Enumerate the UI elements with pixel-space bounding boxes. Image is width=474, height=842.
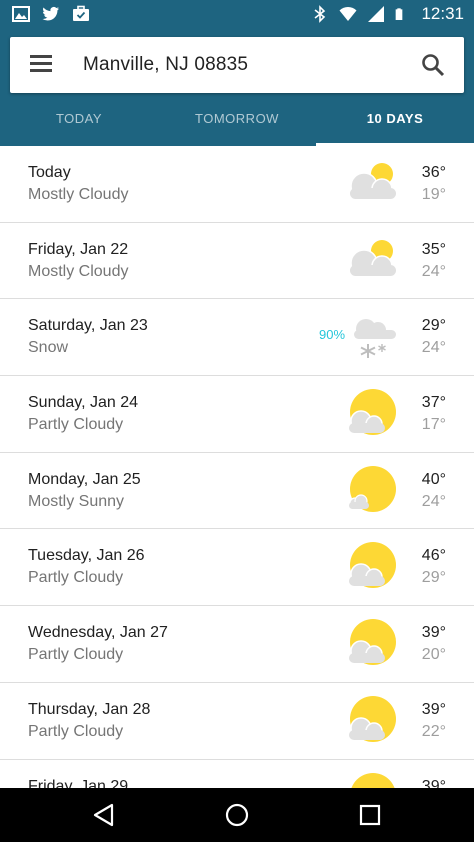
mostly-cloudy-icon	[350, 239, 396, 277]
forecast-list[interactable]: Today Mostly Cloudy 36° 19° Friday, Jan …	[0, 146, 474, 788]
forecast-row-today[interactable]: Today Mostly Cloudy 36° 19°	[0, 146, 474, 223]
forecast-row-monday-jan-25[interactable]: Monday, Jan 25 Mostly Sunny 40° 24°	[0, 453, 474, 530]
forecast-condition: Partly Cloudy	[28, 646, 124, 664]
tab-tomorrow[interactable]: TOMORROW	[158, 96, 316, 146]
cell-signal-icon	[368, 6, 385, 22]
recents-icon[interactable]	[356, 801, 384, 829]
partly-cloudy-icon	[349, 619, 396, 666]
snow-icon	[354, 319, 396, 359]
partly-cloudy-icon	[351, 772, 395, 788]
forecast-row-thursday-jan-28[interactable]: Thursday, Jan 28 Partly Cloudy 39° 22°	[0, 683, 474, 760]
forecast-high: 39°	[421, 700, 446, 718]
forecast-high: 39°	[421, 624, 446, 642]
forecast-low: 24°	[421, 262, 446, 280]
forecast-high: 35°	[421, 240, 446, 258]
forecast-day: Friday, Jan 29	[28, 777, 129, 789]
forecast-high: 40°	[421, 470, 446, 488]
mostly-cloudy-icon	[350, 163, 396, 200]
forecast-condition: Partly Cloudy	[28, 722, 124, 740]
forecast-low: 22°	[421, 722, 446, 740]
forecast-day: Thursday, Jan 28	[28, 700, 151, 718]
partly-cloudy-icon	[349, 389, 396, 436]
partly-cloudy-icon	[349, 695, 396, 742]
briefcase-check-icon	[73, 5, 89, 21]
forecast-row-wednesday-jan-27[interactable]: Wednesday, Jan 27 Partly Cloudy 39° 20°	[0, 606, 474, 683]
mostly-sunny-icon	[349, 465, 396, 512]
partly-cloudy-icon	[349, 542, 396, 589]
forecast-low: 24°	[421, 339, 446, 357]
forecast-low: 19°	[421, 186, 446, 203]
system-nav-bar	[0, 788, 474, 842]
forecast-day: Saturday, Jan 23	[28, 317, 148, 335]
forecast-day: Monday, Jan 25	[28, 470, 141, 488]
forecast-row-saturday-jan-23[interactable]: Saturday, Jan 23 Snow 90% 29° 24°	[0, 299, 474, 377]
back-icon[interactable]	[90, 801, 118, 829]
forecast-condition: Partly Cloudy	[28, 416, 124, 434]
app-header: 12:31 Manville, NJ 08835 TODAY TOMORROW …	[0, 0, 474, 146]
wifi-icon	[339, 6, 357, 21]
home-icon[interactable]	[223, 801, 251, 829]
menu-icon[interactable]	[30, 55, 52, 75]
forecast-row-tuesday-jan-26[interactable]: Tuesday, Jan 26 Partly Cloudy 46° 29°	[0, 529, 474, 607]
forecast-day: Today	[28, 164, 71, 181]
forecast-low: 24°	[421, 492, 446, 510]
forecast-high: 29°	[421, 317, 446, 335]
forecast-day: Tuesday, Jan 26	[28, 547, 145, 565]
tab-today[interactable]: TODAY	[0, 96, 158, 146]
forecast-condition: Partly Cloudy	[28, 569, 124, 587]
forecast-row-sunday-jan-24[interactable]: Sunday, Jan 24 Partly Cloudy 37° 17°	[0, 376, 474, 453]
forecast-condition: Snow	[28, 339, 69, 357]
forecast-day: Sunday, Jan 24	[28, 394, 139, 412]
forecast-day: Friday, Jan 22	[28, 240, 129, 258]
forecast-condition: Mostly Cloudy	[28, 262, 129, 280]
bluetooth-icon	[314, 5, 326, 23]
search-icon[interactable]	[420, 52, 446, 78]
forecast-row-friday-jan-29[interactable]: Friday, Jan 29 39°	[0, 760, 474, 789]
tab-10-days[interactable]: 10 DAYS	[316, 96, 474, 146]
battery-icon	[396, 8, 403, 20]
location-text[interactable]: Manville, NJ 08835	[83, 54, 248, 76]
image-icon	[12, 6, 30, 22]
forecast-low: 29°	[421, 569, 446, 587]
forecast-high: 39°	[421, 777, 446, 789]
forecast-high: 37°	[421, 394, 446, 412]
twitter-icon	[42, 6, 59, 21]
status-time: 12:31	[421, 4, 464, 23]
forecast-condition: Mostly Sunny	[28, 492, 125, 510]
forecast-low: 17°	[421, 416, 446, 434]
forecast-high: 46°	[421, 547, 446, 565]
forecast-high: 36°	[421, 164, 446, 181]
forecast-day: Wednesday, Jan 27	[28, 624, 168, 642]
status-bar: 12:31	[0, 0, 474, 30]
tab-bar: TODAY TOMORROW 10 DAYS	[0, 96, 474, 146]
precip-chance: 90%	[319, 327, 346, 343]
search-bar[interactable]: Manville, NJ 08835	[10, 37, 464, 93]
forecast-low: 20°	[421, 646, 446, 664]
forecast-row-friday-jan-22[interactable]: Friday, Jan 22 Mostly Cloudy 35° 24°	[0, 223, 474, 300]
forecast-condition: Mostly Cloudy	[28, 186, 129, 203]
